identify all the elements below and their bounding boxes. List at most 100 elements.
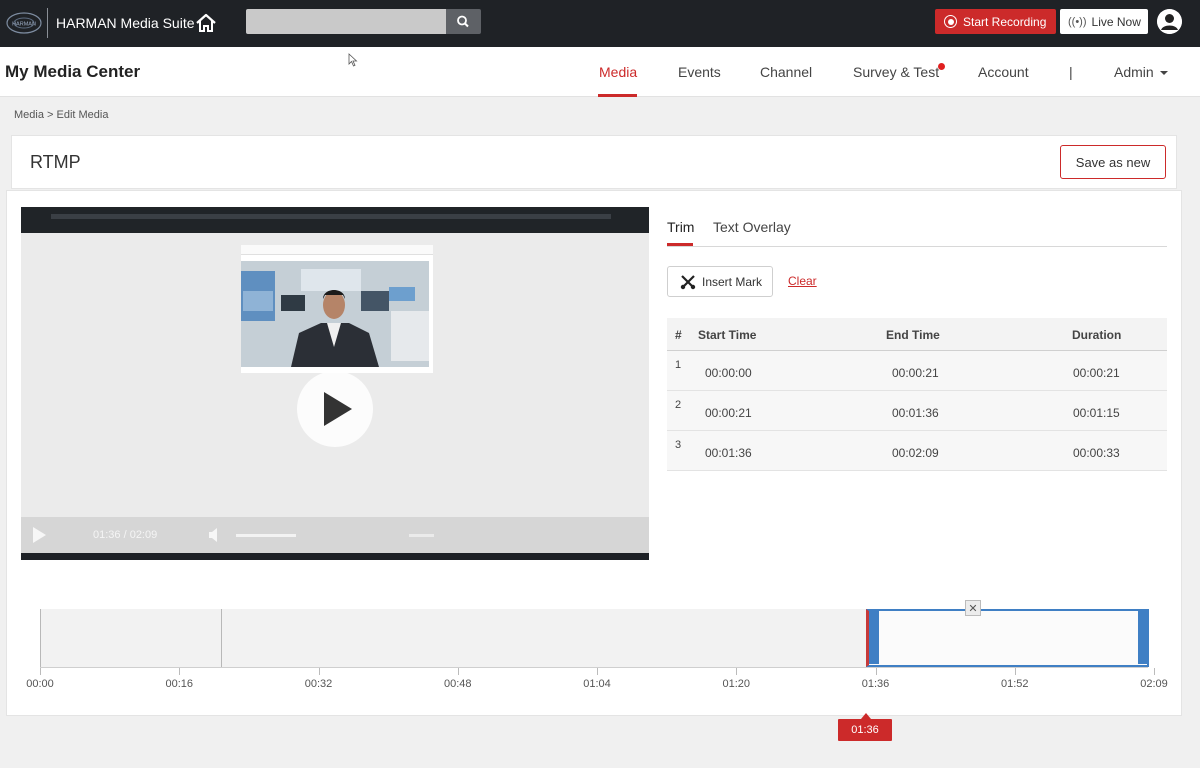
nav-events[interactable]: Events	[678, 64, 721, 80]
video-player[interactable]: 01:36 / 02:09	[21, 207, 649, 560]
column-header-end-time: End Time	[886, 328, 940, 342]
editor-card: 01:36 / 02:09 Trim Text Overlay Insert M…	[6, 190, 1182, 716]
live-now-label: Live Now	[1091, 14, 1141, 29]
column-header-number: #	[675, 328, 682, 342]
clear-link[interactable]: Clear	[788, 274, 817, 288]
media-title-card: RTMP Save as new	[11, 135, 1177, 189]
player-time: 01:36 / 02:09	[93, 529, 158, 541]
row-end-time: 00:02:09	[892, 446, 939, 460]
breadcrumb: Media > Edit Media	[14, 109, 109, 121]
video-content-page	[241, 245, 433, 373]
trim-timeline[interactable]	[40, 609, 1149, 667]
row-duration: 00:01:15	[1073, 406, 1120, 420]
table-row[interactable]: 2 00:00:21 00:01:36 00:01:15	[667, 391, 1167, 431]
row-duration: 00:00:21	[1073, 366, 1120, 380]
player-controls: 01:36 / 02:09	[21, 517, 649, 553]
table-row[interactable]: 1 00:00:00 00:00:21 00:00:21	[667, 351, 1167, 391]
user-avatar[interactable]	[1157, 9, 1182, 34]
nav-media[interactable]: Media	[599, 64, 637, 80]
video-frame	[21, 233, 649, 553]
page-title: My Media Center	[5, 62, 141, 81]
timeline-tick	[1154, 668, 1155, 675]
timeline-axis	[40, 667, 1148, 668]
timeline-tick-label: 02:09	[1140, 678, 1168, 690]
timeline-tick-label: 01:36	[861, 678, 890, 690]
timeline-tick-label: 00:32	[304, 678, 333, 690]
selected-segment[interactable]	[866, 609, 1149, 667]
column-header-start-time: Start Time	[698, 328, 757, 342]
volume-slider[interactable]	[236, 534, 296, 537]
tab-active-indicator	[667, 243, 693, 246]
timeline-tick	[597, 668, 598, 675]
nav-active-indicator	[598, 94, 637, 97]
video-taskbar	[21, 553, 649, 560]
timeline-tick-label: 01:52	[1000, 678, 1029, 690]
timeline-tick	[457, 668, 459, 675]
chevron-down-icon	[1159, 71, 1168, 76]
column-header-duration: Duration	[1072, 328, 1122, 342]
record-icon	[944, 15, 957, 28]
search-input[interactable]	[246, 9, 447, 34]
insert-mark-button[interactable]: Insert Mark	[667, 266, 773, 297]
search-button[interactable]	[446, 9, 481, 34]
timeline-tick-label: 00:16	[165, 678, 194, 690]
start-recording-button[interactable]: Start Recording	[935, 9, 1056, 34]
user-icon	[1157, 9, 1182, 34]
timeline-tick-label: 01:20	[722, 678, 751, 690]
trim-segments-table: # Start Time End Time Duration 1 00:00:0…	[667, 318, 1167, 471]
main-header: My Media Center Media Events Channel Sur…	[0, 47, 1200, 97]
timeline-tick	[736, 668, 738, 675]
playhead-time-label[interactable]: 01:36	[838, 719, 892, 741]
row-start-time: 00:00:00	[705, 366, 752, 380]
mouse-cursor-icon	[348, 53, 358, 67]
timeline-tick-label: 00:00	[26, 678, 54, 690]
timeline-tick	[875, 668, 877, 675]
segment-end-handle[interactable]	[1138, 611, 1147, 664]
nav-separator: |	[1069, 64, 1073, 80]
nav-channel[interactable]: Channel	[760, 64, 812, 80]
table-header: # Start Time End Time Duration	[667, 318, 1167, 351]
video-browser-bar	[21, 207, 649, 233]
harman-logo-icon[interactable]: HARMAN	[5, 10, 43, 36]
admin-label: Admin	[1114, 64, 1154, 80]
nav-account[interactable]: Account	[978, 64, 1029, 80]
row-start-time: 00:00:21	[705, 406, 752, 420]
save-as-new-button[interactable]: Save as new	[1060, 145, 1166, 179]
play-button[interactable]	[297, 371, 373, 447]
top-bar: HARMAN HARMAN Media Suite Start Recordin…	[0, 0, 1200, 47]
volume-icon[interactable]	[208, 527, 222, 543]
row-end-time: 00:01:36	[892, 406, 939, 420]
control-play-icon[interactable]	[33, 527, 46, 543]
row-duration: 00:00:33	[1073, 446, 1120, 460]
logo-divider	[47, 8, 48, 38]
nav-admin-dropdown[interactable]: Admin	[1114, 64, 1168, 80]
live-now-button[interactable]: ((•)) Live Now	[1060, 9, 1148, 34]
table-row[interactable]: 3 00:01:36 00:02:09 00:00:33	[667, 431, 1167, 471]
row-number: 1	[675, 359, 682, 371]
row-number: 3	[675, 439, 682, 451]
tab-text-overlay[interactable]: Text Overlay	[713, 219, 791, 235]
timeline-tick	[40, 668, 41, 675]
timeline-tick-label: 00:48	[443, 678, 472, 690]
editor-tabs: Trim Text Overlay	[667, 217, 1167, 247]
start-recording-label: Start Recording	[963, 14, 1047, 29]
tab-trim[interactable]: Trim	[667, 219, 694, 235]
row-number: 2	[675, 399, 682, 411]
home-icon[interactable]	[194, 11, 218, 35]
timeline-tick	[1014, 668, 1016, 675]
svg-text:HARMAN: HARMAN	[12, 22, 36, 28]
scissors-icon	[680, 274, 696, 289]
fullscreen-control[interactable]	[409, 534, 434, 537]
timeline-tick	[318, 668, 320, 675]
timeline-tick-label: 01:04	[583, 678, 611, 690]
segment-start-handle[interactable]	[869, 611, 879, 664]
remove-segment-close-icon[interactable]: ✕	[965, 600, 981, 616]
nav-survey-test[interactable]: Survey & Test	[853, 64, 939, 80]
row-start-time: 00:01:36	[705, 446, 752, 460]
broadcast-icon: ((•))	[1068, 15, 1087, 28]
insert-mark-label: Insert Mark	[702, 274, 763, 289]
brand-name: HARMAN Media Suite	[56, 15, 195, 31]
presenter-video-thumbnail	[241, 261, 429, 367]
media-name: RTMP	[30, 152, 81, 172]
segment-marker[interactable]	[221, 609, 222, 667]
